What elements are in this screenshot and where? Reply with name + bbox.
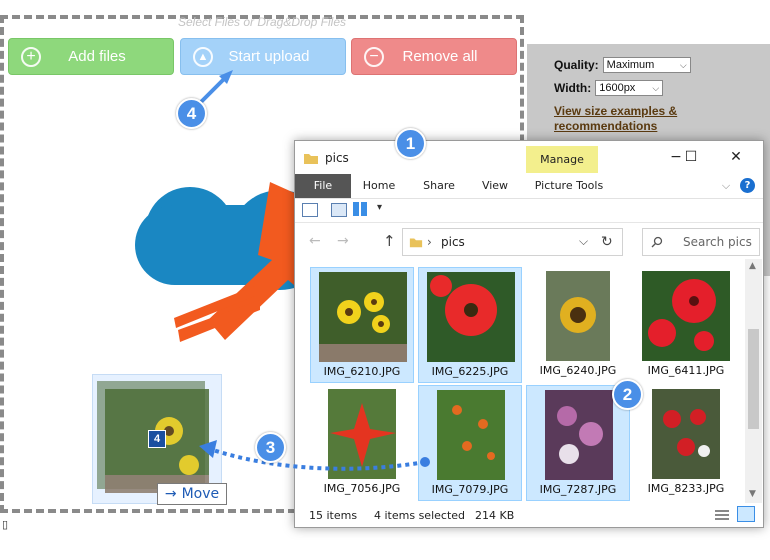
address-folder: pics <box>441 235 465 249</box>
drop-hint: Select Files or Drag&Drop Files <box>177 15 347 29</box>
upload-arrow-icon: ▲ <box>193 46 213 67</box>
remove-all-button[interactable]: − Remove all <box>351 38 517 75</box>
status-item-count: 15 items <box>309 509 358 522</box>
quick-access-toolbar: ▾ <box>295 198 763 223</box>
callout-1: 1 <box>395 128 426 159</box>
chevron-down-icon[interactable]: ⌵ <box>579 234 588 249</box>
folder-icon <box>409 238 423 248</box>
file-tile[interactable]: IMG_6411.JPG <box>634 267 738 383</box>
callout-3-dotted-arrow <box>199 440 430 471</box>
title-bar: pics Manage − ☐ ✕ <box>295 141 763 174</box>
file-name: IMG_8233.JPG <box>647 482 725 495</box>
tab-view[interactable]: View <box>477 174 513 198</box>
customize-toolbar-icon[interactable]: ▾ <box>377 202 382 213</box>
move-label: Move <box>181 486 220 502</box>
quality-label: Quality: <box>554 58 599 72</box>
tab-home[interactable]: Home <box>359 174 399 198</box>
file-tile[interactable]: IMG_6240.JPG <box>526 267 630 383</box>
file-name: IMG_7079.JPG <box>431 483 509 496</box>
scroll-thumb[interactable] <box>748 329 759 429</box>
width-row: Width: 1600px ⌵ <box>554 80 664 96</box>
breadcrumb-separator: › <box>427 235 432 249</box>
preview-pane-icon[interactable] <box>331 203 347 217</box>
file-name: IMG_6210.JPG <box>323 365 401 378</box>
file-name: IMG_7287.JPG <box>539 483 617 496</box>
file-name: IMG_6225.JPG <box>431 365 509 378</box>
add-files-button[interactable]: + Add files <box>8 38 174 75</box>
status-size: 214 KB <box>475 509 515 522</box>
size-examples-link[interactable]: View size examples & recommendations <box>554 104 694 134</box>
move-arrow-icon: → <box>164 486 177 502</box>
quality-row: Quality: Maximum ⌵ <box>554 57 691 73</box>
refresh-icon[interactable]: ↻ <box>601 234 613 250</box>
photo-thumbnail-purple-flowers <box>545 390 613 480</box>
manage-tab[interactable]: Manage <box>526 146 598 173</box>
help-icon[interactable]: ? <box>740 178 755 193</box>
file-name: IMG_6411.JPG <box>647 364 725 377</box>
details-view-icon[interactable] <box>715 508 729 520</box>
chevron-down-icon: ⌵ <box>652 83 660 93</box>
quality-value: Maximum <box>606 59 655 71</box>
view-layout-icon[interactable] <box>353 202 367 216</box>
minus-circle-icon: − <box>364 46 384 67</box>
search-icon <box>651 236 663 248</box>
address-row: ← → ↑ › pics ⌵ ↻ Search pics <box>295 226 763 258</box>
file-name: IMG_7056.JPG <box>323 482 401 495</box>
move-tooltip: → Move <box>157 483 227 505</box>
photo-thumbnail-red-flower <box>427 272 515 362</box>
photo-thumbnail-yellow-flowers <box>319 272 407 362</box>
status-bar: 15 items 4 items selected 214 KB <box>295 503 763 526</box>
chevron-down-icon[interactable]: ⌵ <box>719 174 733 198</box>
footer-glyph: ▯ <box>2 519 9 531</box>
search-box[interactable]: Search pics <box>642 228 760 256</box>
address-bar[interactable]: › pics ⌵ <box>402 228 623 256</box>
large-icons-view-icon[interactable] <box>737 506 755 522</box>
photo-thumbnail-garden <box>437 390 505 480</box>
callout-2: 2 <box>612 379 643 410</box>
window-title: pics <box>325 151 349 165</box>
cloud-upload-illustration <box>135 182 310 342</box>
tab-picture-tools[interactable]: Picture Tools <box>533 174 605 198</box>
chevron-down-icon[interactable]: ▼ <box>749 489 756 499</box>
up-arrow-icon[interactable]: ↑ <box>383 232 396 250</box>
search-placeholder: Search pics <box>683 235 752 249</box>
file-tile[interactable]: IMG_6210.JPG <box>310 267 414 383</box>
back-arrow-icon[interactable]: ← <box>309 233 321 249</box>
remove-all-label: Remove all <box>402 48 478 65</box>
callout-3: 3 <box>255 432 286 463</box>
photo-thumbnail-red-roses <box>652 389 720 479</box>
quality-select[interactable]: Maximum ⌵ <box>602 57 691 73</box>
start-upload-label: Start upload <box>228 48 310 65</box>
scrollbar[interactable]: ▲ ▼ <box>745 259 762 503</box>
drag-count-badge: 4 <box>148 430 166 448</box>
callout-4: 4 <box>176 98 207 129</box>
width-label: Width: <box>554 81 592 95</box>
add-files-label: Add files <box>68 48 126 65</box>
photo-thumbnail-sunflower <box>546 271 610 361</box>
properties-icon[interactable] <box>302 203 318 217</box>
forward-arrow-icon[interactable]: → <box>337 233 349 249</box>
close-icon[interactable]: ✕ <box>721 147 751 167</box>
width-value: 1600px <box>599 82 636 94</box>
width-select[interactable]: 1600px ⌵ <box>595 80 664 96</box>
folder-icon <box>304 154 318 164</box>
plus-circle-icon: + <box>21 46 41 67</box>
chevron-down-icon: ⌵ <box>679 60 687 70</box>
ribbon-tabs: File Home Share View Picture Tools ⌵ ? <box>295 174 763 199</box>
file-name: IMG_6240.JPG <box>539 364 617 377</box>
status-selected-count: 4 items selected <box>374 509 466 522</box>
file-tile[interactable]: IMG_8233.JPG <box>634 385 738 501</box>
maximize-icon[interactable]: ☐ <box>676 147 706 167</box>
file-tile[interactable]: IMG_6225.JPG <box>418 267 522 383</box>
chevron-up-icon[interactable]: ▲ <box>749 261 756 271</box>
tab-share[interactable]: Share <box>419 174 459 198</box>
photo-thumbnail-red-gerberas <box>642 271 730 361</box>
tab-file[interactable]: File <box>295 174 351 198</box>
